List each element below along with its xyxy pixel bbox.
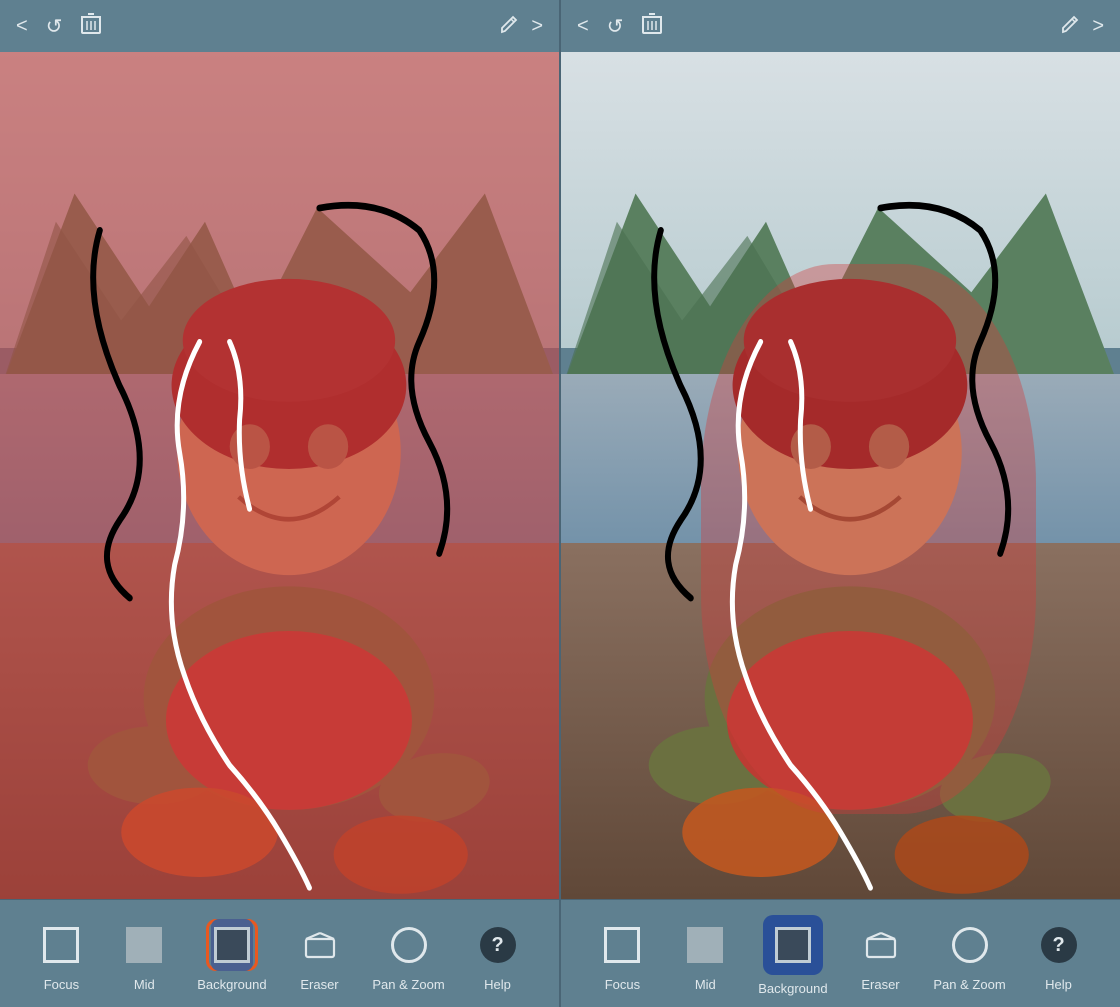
right-focus-label: Focus	[605, 977, 640, 992]
left-help-icon: ?	[480, 927, 516, 963]
right-forward-icon[interactable]: >	[1092, 15, 1104, 38]
left-panel: < ↺	[0, 0, 559, 1007]
left-mid-icon	[126, 927, 162, 963]
left-background-inner-wrapper	[211, 919, 253, 971]
main-container: < ↺	[0, 0, 1120, 1007]
left-pan-zoom-icon	[391, 927, 427, 963]
right-image-area	[561, 52, 1120, 899]
right-focus-icon-wrapper	[596, 919, 648, 971]
left-eraser-icon	[302, 927, 338, 963]
left-trash-icon[interactable]	[80, 11, 102, 41]
right-focus-icon	[604, 927, 640, 963]
right-tool-background[interactable]: Background	[758, 915, 827, 996]
right-tool-eraser[interactable]: Eraser	[851, 919, 911, 992]
left-eraser-label: Eraser	[300, 977, 338, 992]
right-background-icon	[775, 927, 811, 963]
right-background-label: Background	[758, 981, 827, 996]
left-pencil-icon[interactable]	[499, 14, 519, 39]
right-tool-focus[interactable]: Focus	[592, 919, 652, 992]
right-tool-mid[interactable]: Mid	[675, 919, 735, 992]
left-back-icon[interactable]: <	[16, 15, 28, 38]
left-image-area	[0, 52, 559, 899]
right-eraser-icon-wrapper	[855, 919, 907, 971]
right-pan-zoom-icon	[952, 927, 988, 963]
left-mid-icon-wrapper	[118, 919, 170, 971]
right-panel: < ↺	[561, 0, 1120, 1007]
right-mid-icon-wrapper	[679, 919, 731, 971]
left-forward-icon[interactable]: >	[531, 15, 543, 38]
left-tool-focus[interactable]: Focus	[31, 919, 91, 992]
left-undo-icon[interactable]: ↺	[46, 14, 63, 39]
left-background-icon	[214, 927, 250, 963]
right-help-icon: ?	[1041, 927, 1077, 963]
right-eraser-label: Eraser	[861, 977, 899, 992]
left-toolbar-left: < ↺	[16, 11, 102, 41]
right-help-label: Help	[1045, 977, 1072, 992]
right-tool-help[interactable]: ? Help	[1029, 919, 1089, 992]
left-eraser-icon-wrapper	[294, 919, 346, 971]
left-focus-icon	[43, 927, 79, 963]
right-tool-pan-zoom[interactable]: Pan & Zoom	[933, 919, 1005, 992]
left-help-icon-wrapper: ?	[472, 919, 524, 971]
left-focus-label: Focus	[44, 977, 79, 992]
right-help-icon-wrapper: ?	[1033, 919, 1085, 971]
left-mid-label: Mid	[134, 977, 155, 992]
left-pan-zoom-icon-wrapper	[383, 919, 435, 971]
right-trash-icon[interactable]	[641, 11, 663, 41]
left-background-icon-wrapper	[206, 919, 258, 971]
right-toolbar-left: < ↺	[577, 11, 663, 41]
left-tool-pan-zoom[interactable]: Pan & Zoom	[372, 919, 444, 992]
left-tool-eraser[interactable]: Eraser	[290, 919, 350, 992]
right-eraser-icon	[863, 927, 899, 963]
left-tool-help[interactable]: ? Help	[468, 919, 528, 992]
left-tool-background[interactable]: Background	[197, 919, 266, 992]
right-bottom-toolbar: Focus Mid Background	[561, 899, 1120, 1007]
right-toolbar-right: >	[1060, 14, 1104, 39]
left-bottom-toolbar: Focus Mid Background	[0, 899, 559, 1007]
right-pencil-icon[interactable]	[1060, 14, 1080, 39]
right-undo-icon[interactable]: ↺	[607, 14, 624, 39]
right-mid-icon	[687, 927, 723, 963]
right-background-icon-wrapper	[763, 915, 823, 975]
right-toolbar: < ↺	[561, 0, 1120, 52]
left-pan-zoom-label: Pan & Zoom	[372, 977, 444, 992]
left-background-label: Background	[197, 977, 266, 992]
right-pan-zoom-icon-wrapper	[944, 919, 996, 971]
left-focus-icon-wrapper	[35, 919, 87, 971]
left-tool-mid[interactable]: Mid	[114, 919, 174, 992]
right-mid-label: Mid	[695, 977, 716, 992]
left-toolbar-right: >	[499, 14, 543, 39]
left-help-label: Help	[484, 977, 511, 992]
right-back-icon[interactable]: <	[577, 15, 589, 38]
right-pan-zoom-label: Pan & Zoom	[933, 977, 1005, 992]
left-toolbar: < ↺	[0, 0, 559, 52]
